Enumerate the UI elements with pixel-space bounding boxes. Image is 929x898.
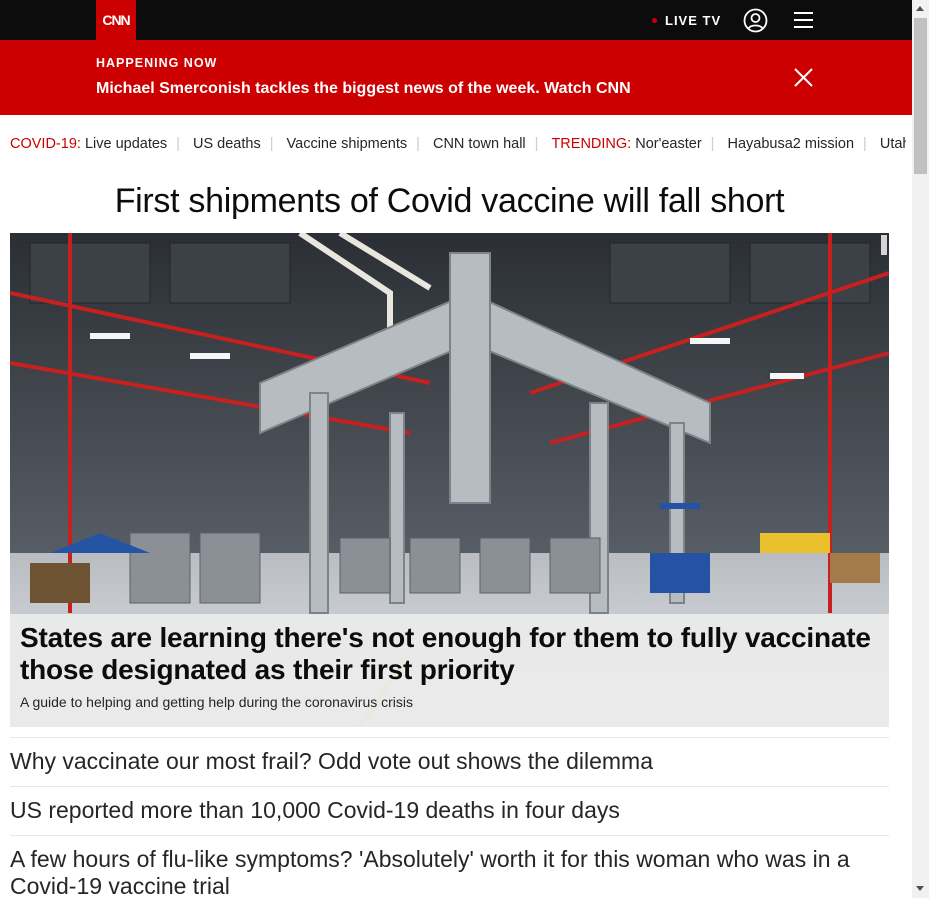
top-nav: CNN LIVE TV <box>0 0 912 40</box>
separator: | <box>269 136 274 152</box>
live-tv-link[interactable]: LIVE TV <box>652 0 721 40</box>
separator: | <box>863 136 867 152</box>
covid-label: COVID-19: <box>10 136 81 152</box>
list-item[interactable]: Why vaccinate our most frail? Odd vote o… <box>10 737 889 786</box>
banner-kicker: HAPPENING NOW <box>96 56 218 70</box>
separator: | <box>416 136 420 152</box>
hamburger-menu-icon[interactable] <box>794 11 813 29</box>
vertical-scrollbar[interactable] <box>912 0 929 898</box>
close-icon[interactable] <box>794 68 813 87</box>
banner-message[interactable]: Michael Smerconish tackles the biggest n… <box>96 80 631 98</box>
trending-bar: COVID-19: Live updates | US deaths | Vacci… <box>10 136 906 156</box>
trending-label: TRENDING: <box>551 136 632 152</box>
hero-title[interactable]: States are learning there's not enough f… <box>20 622 880 686</box>
page-headline[interactable]: First shipments of Covid vaccine will fa… <box>0 182 899 221</box>
cnn-homepage: CNN LIVE TV HAPPENING NOW Michael Smerco… <box>0 0 912 898</box>
live-dot-icon <box>652 17 657 23</box>
separator: | <box>534 136 539 152</box>
trending-link[interactable]: Live updates <box>85 136 167 152</box>
list-item[interactable]: A few hours of flu-like symptoms? 'Absol… <box>10 835 889 898</box>
photo-credit-tag <box>881 235 887 255</box>
trending-link[interactable]: Vaccine shipments <box>287 136 408 152</box>
trending-link[interactable]: Utah mo <box>880 136 906 152</box>
user-icon[interactable] <box>743 8 768 33</box>
hero-story[interactable]: States are learning there's not enough f… <box>10 233 889 727</box>
separator: | <box>176 136 180 152</box>
hero-caption[interactable]: States are learning there's not enough f… <box>10 614 889 727</box>
scroll-down-icon[interactable] <box>916 886 924 891</box>
hero-subtitle[interactable]: A guide to helping and getting help duri… <box>20 694 413 710</box>
live-tv-label: LIVE TV <box>665 12 722 28</box>
happening-now-banner[interactable]: HAPPENING NOW Michael Smerconish tackles… <box>0 40 912 115</box>
trending-link[interactable]: US deaths <box>193 136 261 152</box>
trending-link[interactable]: CNN town hall <box>433 136 526 152</box>
separator: | <box>710 136 715 152</box>
list-item[interactable]: US reported more than 10,000 Covid-19 de… <box>10 786 889 835</box>
trending-link[interactable]: Nor'easter <box>635 136 701 152</box>
scroll-up-icon[interactable] <box>916 6 924 11</box>
trending-link[interactable]: Hayabusa2 mission <box>727 136 854 152</box>
cnn-logo[interactable]: CNN <box>96 0 136 40</box>
story-list: Why vaccinate our most frail? Odd vote o… <box>10 737 889 898</box>
scrollbar-thumb[interactable] <box>914 18 927 174</box>
